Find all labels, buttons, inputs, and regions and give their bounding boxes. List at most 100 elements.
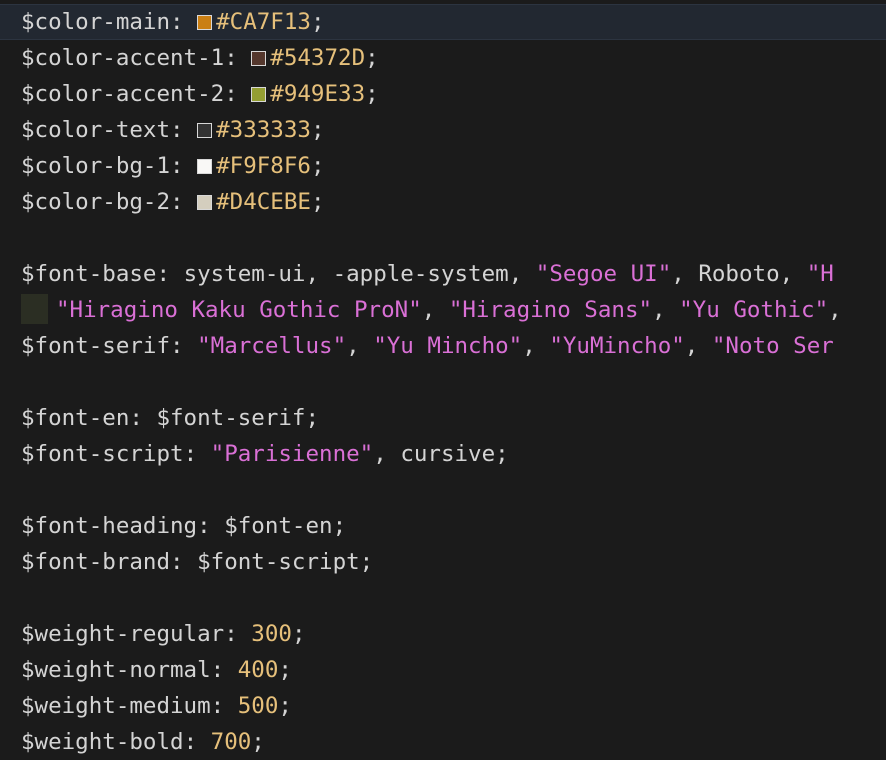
code-line[interactable]: $font-heading: $font-en; — [0, 508, 886, 544]
string-token: "Yu Gothic" — [679, 297, 829, 323]
variable-token: $font-serif — [21, 333, 171, 359]
punctuation-token: : — [197, 513, 225, 539]
colon-separator: : — [170, 9, 198, 35]
punctuation-token: , — [346, 333, 374, 359]
variable-name: $color-accent-2 — [21, 81, 225, 107]
blank-line[interactable] — [0, 472, 886, 508]
code-line[interactable]: "Hiragino Kaku Gothic ProN", "Hiragino S… — [0, 292, 886, 328]
code-line[interactable]: $font-en: $font-serif; — [0, 400, 886, 436]
color-value: #333333 — [216, 117, 311, 143]
code-line[interactable]: $font-brand: $font-script; — [0, 544, 886, 580]
keyword-token: -apple-system — [332, 261, 509, 287]
variable-token: $font-script — [21, 441, 184, 467]
colon-separator: : — [170, 117, 198, 143]
punctuation-token: ; — [278, 657, 292, 683]
string-token: "Yu Mincho" — [373, 333, 523, 359]
punctuation-token: : — [183, 729, 211, 755]
keyword-token: system-ui — [183, 261, 306, 287]
punctuation-token: , — [671, 261, 699, 287]
punctuation-token: , — [828, 297, 842, 323]
variable-name: $color-accent-1 — [21, 45, 225, 71]
punctuation-token: ; — [305, 405, 320, 431]
code-line[interactable]: $weight-normal: 400; — [0, 652, 886, 688]
code-editor[interactable]: $color-main: #CA7F13; $color-accent-1: #5… — [0, 0, 886, 760]
code-line[interactable]: $color-accent-1: #54372D; — [0, 40, 886, 76]
blank-line[interactable] — [0, 580, 886, 616]
code-line[interactable]: $weight-medium: 500; — [0, 688, 886, 724]
punctuation-token: : — [224, 621, 252, 647]
colon-separator: : — [170, 153, 198, 179]
punctuation-token: ; — [332, 513, 347, 539]
variable-name: $color-text — [21, 117, 171, 143]
color-swatch-icon[interactable] — [197, 15, 213, 30]
code-line[interactable]: $font-script: "Parisienne", cursive; — [0, 436, 886, 472]
variable-token: $font-script — [197, 549, 360, 575]
punctuation-token: ; — [495, 441, 509, 467]
punctuation-token: ; — [251, 729, 265, 755]
string-token: "YuMincho" — [549, 333, 685, 359]
color-swatch-icon[interactable] — [197, 195, 213, 210]
code-line[interactable]: $font-serif: "Marcellus", "Yu Mincho", "… — [0, 328, 886, 364]
code-line[interactable]: $color-main: #CA7F13; — [0, 4, 886, 40]
code-line[interactable]: $weight-bold: 700; — [0, 724, 886, 760]
color-swatch-icon[interactable] — [197, 123, 213, 138]
punctuation-token: , — [684, 333, 712, 359]
code-line[interactable]: $weight-regular: 300; — [0, 616, 886, 652]
string-token: "H — [806, 261, 834, 287]
string-token: "Segoe UI" — [535, 261, 672, 287]
punctuation-token: , — [421, 297, 449, 323]
punctuation-token: : — [170, 549, 198, 575]
number-token: 400 — [237, 657, 279, 683]
color-value: #F9F8F6 — [216, 153, 311, 179]
color-swatch-icon[interactable] — [251, 87, 267, 102]
color-value: #D4CEBE — [216, 189, 311, 215]
punctuation-token: : — [210, 693, 238, 719]
string-token: "Hiragino Sans" — [448, 297, 653, 323]
variable-name: $color-bg-1 — [21, 153, 171, 179]
color-swatch-icon[interactable] — [197, 159, 213, 174]
code-line[interactable]: $font-base: system-ui, -apple-system, "S… — [0, 256, 886, 292]
string-token: "Noto Ser — [711, 333, 834, 359]
punctuation-token: : — [170, 333, 198, 359]
variable-token: $font-en — [224, 513, 333, 539]
punctuation-token: , — [652, 297, 680, 323]
keyword-token: cursive — [400, 441, 496, 467]
string-token: "Hiragino Kaku Gothic ProN" — [56, 297, 422, 323]
punctuation-token: , — [779, 261, 807, 287]
number-token: 500 — [237, 693, 279, 719]
string-token: "Marcellus" — [197, 333, 347, 359]
colon-separator: : — [224, 45, 252, 71]
semicolon: ; — [310, 9, 325, 35]
code-line[interactable]: $color-accent-2: #949E33; — [0, 76, 886, 112]
code-line[interactable]: $color-bg-2: #D4CEBE; — [0, 184, 886, 220]
string-token: "Parisienne" — [210, 441, 374, 467]
variable-name: $color-main — [21, 9, 171, 35]
keyword-token: Roboto — [698, 261, 780, 287]
punctuation-token: : — [129, 405, 157, 431]
semicolon: ; — [365, 81, 379, 107]
color-value: #949E33 — [270, 81, 366, 107]
code-line[interactable]: $color-text: #333333; — [0, 112, 886, 148]
code-line[interactable]: $color-bg-1: #F9F8F6; — [0, 148, 886, 184]
blank-line[interactable] — [0, 364, 886, 400]
variable-name: $color-bg-2 — [21, 189, 171, 215]
color-value: #54372D — [270, 45, 366, 71]
punctuation-token: , — [508, 261, 536, 287]
semicolon: ; — [310, 117, 325, 143]
number-token: 300 — [251, 621, 292, 647]
variable-token: $font-serif — [156, 405, 306, 431]
variable-token: $font-base — [21, 261, 157, 287]
punctuation-token: : — [183, 441, 211, 467]
variable-token: $font-brand — [21, 549, 171, 575]
variable-token: $font-en — [21, 405, 130, 431]
colon-separator: : — [224, 81, 252, 107]
color-swatch-icon[interactable] — [251, 51, 267, 66]
variable-token: $weight-medium — [21, 693, 211, 719]
variable-token: $weight-bold — [21, 729, 184, 755]
semicolon: ; — [310, 153, 325, 179]
blank-line[interactable] — [0, 220, 886, 256]
colon-separator: : — [170, 189, 198, 215]
punctuation-token: ; — [278, 693, 292, 719]
code-lines[interactable]: $color-main: #CA7F13; $color-accent-1: #5… — [0, 4, 886, 760]
indent-guide — [21, 294, 48, 324]
